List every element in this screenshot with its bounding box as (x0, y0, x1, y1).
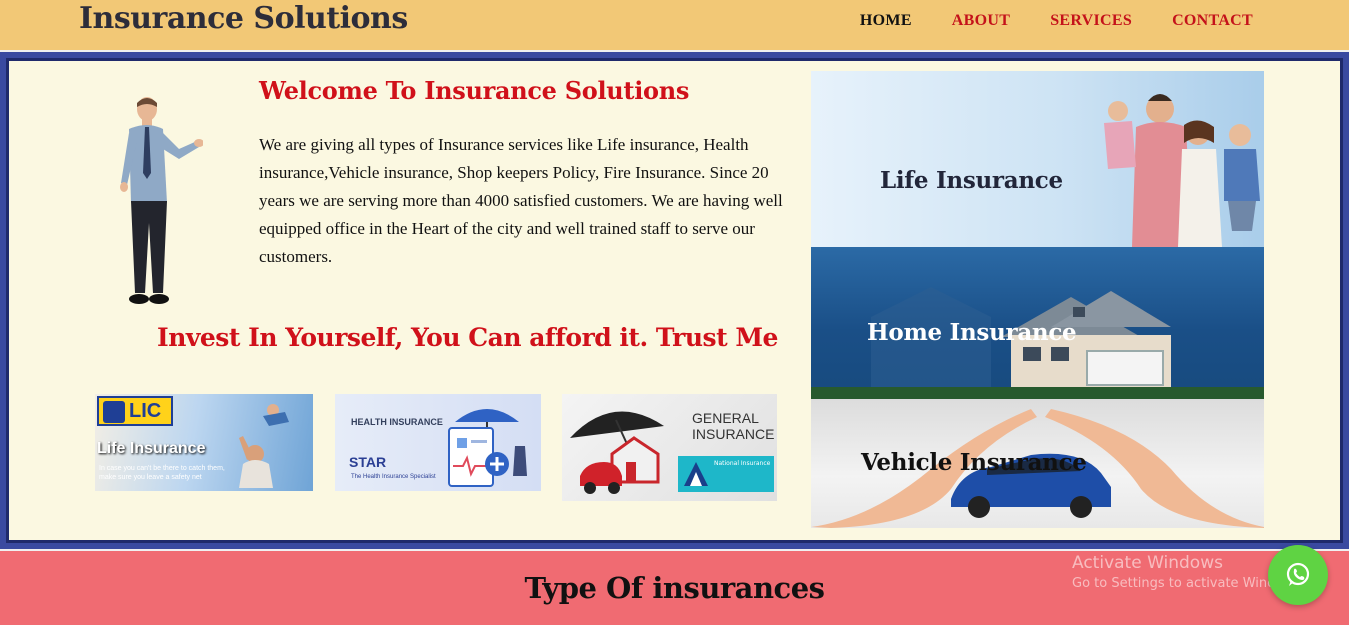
nav-services[interactable]: SERVICES (1050, 12, 1132, 30)
lic-banner[interactable]: LIC Life Insurance In case you can't be … (95, 394, 313, 491)
card-home-insurance[interactable]: Home Insurance (811, 247, 1264, 399)
brand-title[interactable]: Insurance Solutions (79, 0, 408, 38)
main-nav: HOME ABOUT SERVICES CONTACT (860, 12, 1253, 30)
site-header: Insurance Solutions HOME ABOUT SERVICES … (0, 0, 1349, 50)
card-vehicle-insurance[interactable]: Vehicle Insurance (811, 399, 1264, 528)
about-paragraph: We are giving all types of Insurance ser… (259, 135, 783, 266)
nav-about[interactable]: ABOUT (952, 12, 1010, 30)
vehicle-insurance-label: Vehicle Insurance (861, 449, 1087, 476)
lic-emblem-icon (103, 401, 125, 423)
family-image (1104, 94, 1260, 247)
hero-panel: Welcome To Insurance Solutions We are gi… (6, 58, 1343, 543)
whatsapp-icon (1286, 562, 1310, 586)
businessman-image (120, 97, 203, 304)
nav-contact[interactable]: CONTACT (1172, 12, 1253, 30)
national-insurance-logo: National Insurance (678, 456, 774, 492)
lic-logo: LIC (97, 396, 173, 426)
national-insurance-banner[interactable]: GENERAL INSURANCE National Insurance (562, 394, 777, 501)
health-illustration (448, 409, 527, 487)
star-health-banner[interactable]: HEALTH INSURANCE STAR The Health Insuran… (335, 394, 541, 491)
life-insurance-label: Life Insurance (880, 167, 1063, 194)
home-insurance-label: Home Insurance (867, 319, 1077, 346)
lic-banner-title: Life Insurance (97, 440, 206, 457)
tagline: Invest In Yourself, You Can afford it. T… (157, 323, 778, 352)
welcome-title: Welcome To Insurance Solutions (259, 76, 690, 105)
father-child-image (239, 404, 289, 488)
national-insurance-text: National Insurance (714, 460, 771, 467)
national-insurance-emblem-icon (684, 462, 708, 486)
card-life-insurance[interactable]: Life Insurance (811, 71, 1264, 247)
lic-logo-text: LIC (129, 400, 162, 422)
umbrella-house-car-image (570, 411, 664, 494)
hero-frame: Welcome To Insurance Solutions We are gi… (0, 52, 1349, 549)
lic-banner-subtitle: In case you can't be there to catch them… (99, 465, 225, 481)
nav-home[interactable]: HOME (860, 12, 912, 30)
star-logo-text: STAR (349, 454, 387, 470)
general-insurance-title: GENERAL INSURANCE (692, 410, 775, 442)
whatsapp-chat-button[interactable] (1268, 545, 1328, 605)
